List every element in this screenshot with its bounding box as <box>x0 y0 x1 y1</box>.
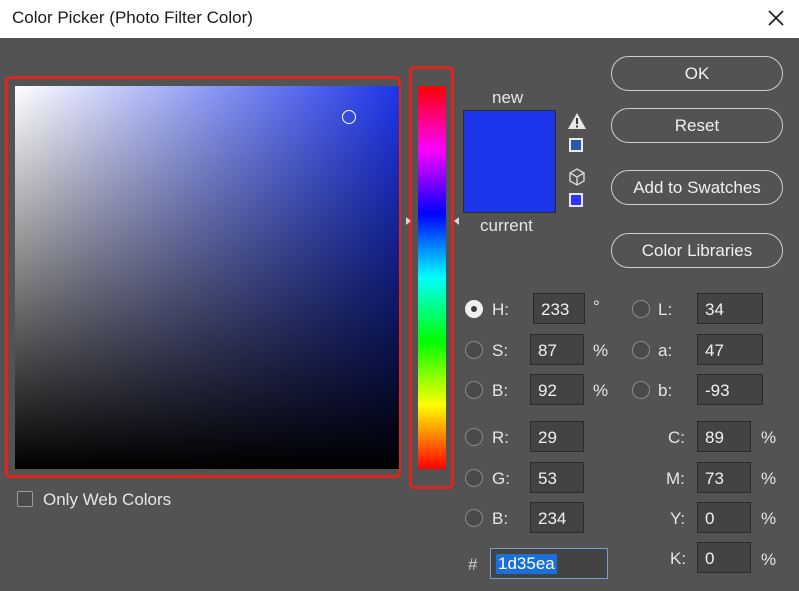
blue-input[interactable]: 234 <box>530 502 584 533</box>
saturation-radio[interactable] <box>465 341 483 359</box>
window-title: Color Picker (Photo Filter Color) <box>12 8 253 27</box>
brightness-input[interactable]: 92 <box>530 374 584 405</box>
saturation-input[interactable]: 87 <box>530 334 584 365</box>
lab-b-label: b: <box>658 381 673 400</box>
magenta-unit: % <box>761 469 777 488</box>
lab-a-radio[interactable] <box>632 341 650 359</box>
current-color-swatch[interactable] <box>463 161 556 213</box>
new-label: new <box>492 88 524 107</box>
yellow-input[interactable]: 0 <box>697 502 751 533</box>
add-to-swatches-button[interactable]: Add to Swatches <box>611 170 783 205</box>
close-icon <box>768 10 784 26</box>
red-label: R: <box>492 428 509 447</box>
hue-input[interactable]: 233 <box>533 293 585 324</box>
blue-label: B: <box>492 509 509 528</box>
blue-radio[interactable] <box>465 509 483 527</box>
lab-l-radio[interactable] <box>632 300 650 318</box>
hue-slider-handle-left[interactable] <box>406 217 411 225</box>
hex-input[interactable]: 1d35ea <box>490 548 608 579</box>
green-label: G: <box>492 469 510 488</box>
warning-icon[interactable] <box>567 112 587 130</box>
hue-slider[interactable] <box>418 86 446 469</box>
current-label: current <box>480 216 533 235</box>
gamut-swatch[interactable] <box>569 138 583 152</box>
degree-unit: ° <box>593 297 600 316</box>
title-bar: Color Picker (Photo Filter Color) <box>0 0 799 38</box>
color-libraries-button[interactable]: Color Libraries <box>611 233 783 268</box>
black-label: K: <box>670 549 687 568</box>
brightness-unit: % <box>593 381 609 400</box>
hue-radio[interactable] <box>465 300 483 318</box>
web-safe-swatch[interactable] <box>569 193 583 207</box>
color-field[interactable] <box>15 86 399 469</box>
new-color-swatch <box>463 110 556 163</box>
magenta-input[interactable]: 73 <box>697 462 751 493</box>
lab-b-input[interactable]: -93 <box>697 374 763 405</box>
lab-a-input[interactable]: 47 <box>697 334 763 365</box>
close-button[interactable] <box>759 2 793 34</box>
lab-l-input[interactable]: 34 <box>697 293 763 324</box>
saturation-label: S: <box>492 341 509 360</box>
hue-label: H: <box>492 300 509 319</box>
cube-icon[interactable] <box>568 168 586 186</box>
brightness-radio[interactable] <box>465 381 483 399</box>
lab-l-label: L: <box>658 300 673 319</box>
cyan-unit: % <box>761 428 777 447</box>
only-web-colors-label[interactable]: Only Web Colors <box>43 490 171 510</box>
black-unit: % <box>761 550 777 569</box>
cyan-input[interactable]: 89 <box>697 421 751 452</box>
magenta-label: M: <box>666 469 685 488</box>
yellow-label: Y: <box>670 509 686 528</box>
lab-b-radio[interactable] <box>632 381 650 399</box>
black-input[interactable]: 0 <box>697 542 751 573</box>
color-field-cursor[interactable] <box>342 110 356 124</box>
cyan-label: C: <box>668 428 685 447</box>
hex-value-selected: 1d35ea <box>496 554 557 574</box>
yellow-unit: % <box>761 509 777 528</box>
saturation-unit: % <box>593 341 609 360</box>
green-input[interactable]: 53 <box>530 462 584 493</box>
lab-a-label: a: <box>658 341 673 360</box>
green-radio[interactable] <box>465 469 483 487</box>
reset-button[interactable]: Reset <box>611 108 783 143</box>
hue-slider-handle-right[interactable] <box>454 217 459 225</box>
hex-label: # <box>468 555 478 574</box>
brightness-label: B: <box>492 381 509 400</box>
red-input[interactable]: 29 <box>530 421 584 452</box>
only-web-colors-checkbox[interactable] <box>17 491 33 507</box>
red-radio[interactable] <box>465 428 483 446</box>
ok-button[interactable]: OK <box>611 56 783 91</box>
